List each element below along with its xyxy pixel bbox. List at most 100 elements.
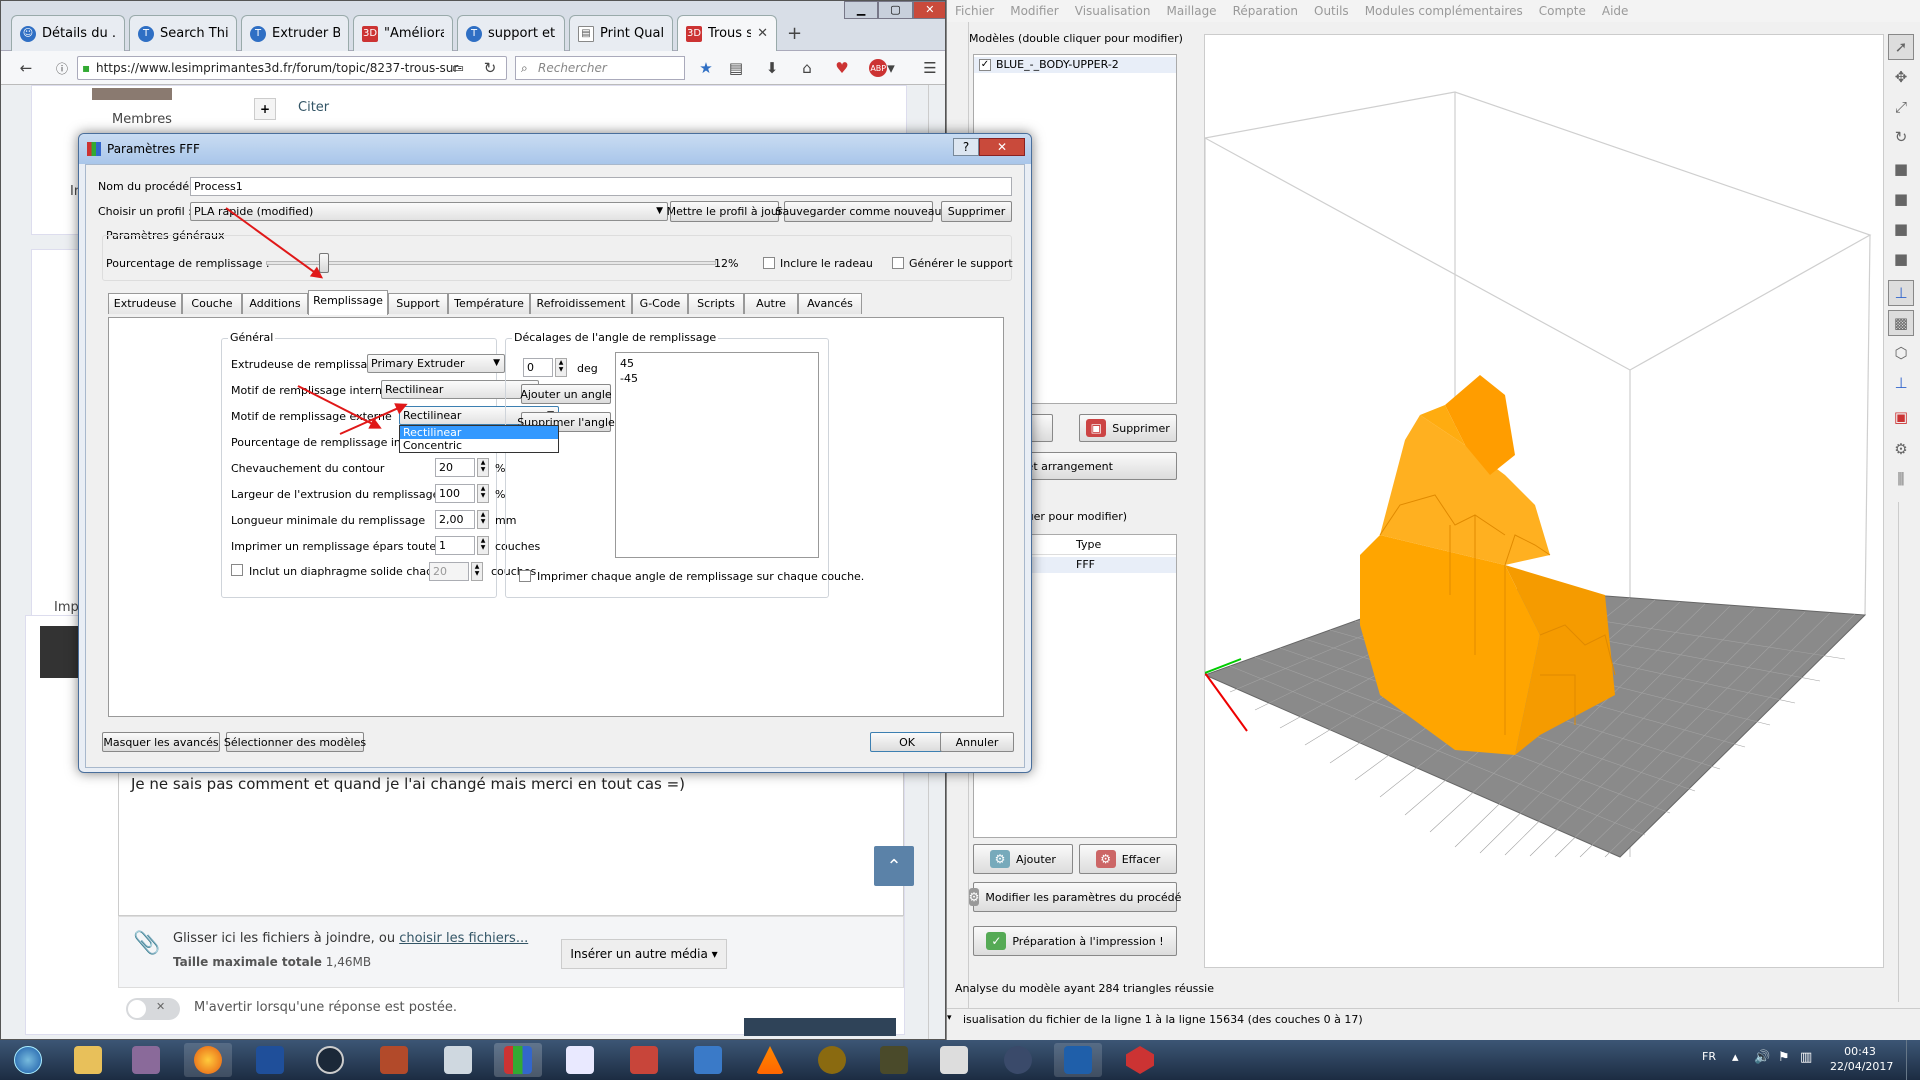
menu-tools[interactable]: Outils	[1306, 4, 1357, 18]
back-icon[interactable]: ←	[15, 57, 37, 79]
print-each-angle-checkbox[interactable]	[519, 570, 531, 582]
edit-process-button[interactable]: ⚙ Modifier les paramètres du procédé	[968, 882, 1181, 912]
attach-area[interactable]: 📎 Glisser ici les fichiers à joindre, ou…	[118, 916, 904, 988]
volume-icon[interactable]: 🔊	[1754, 1050, 1770, 1065]
raft-checkbox[interactable]	[763, 257, 775, 269]
close-tab-icon[interactable]: ✕	[757, 26, 768, 41]
spinner-arrows-icon[interactable]: ▲ ▼	[477, 536, 489, 555]
repair-cube-icon[interactable]: ▣	[1888, 404, 1914, 430]
update-profile-button[interactable]: Mettre le profil à jour	[667, 201, 782, 222]
choose-files-link[interactable]: choisir les fichiers...	[399, 931, 528, 946]
menu-plugins[interactable]: Modules complémentaires	[1357, 4, 1531, 18]
library-icon[interactable]: ▤	[725, 57, 747, 79]
delete-model-button[interactable]: ▣ Supprimer	[1079, 414, 1177, 442]
home-icon[interactable]: ⌂	[796, 57, 818, 79]
tab-layer[interactable]: Couche	[182, 293, 242, 314]
menu-repair[interactable]: Réparation	[1225, 4, 1306, 18]
add-process-button[interactable]: ⚙ Ajouter	[973, 844, 1073, 874]
tab-scripts[interactable]: Scripts	[688, 293, 744, 314]
network-icon[interactable]: ▥	[1800, 1050, 1812, 1065]
menu-view[interactable]: Visualisation	[1067, 4, 1159, 18]
select-models-button[interactable]: Sélectionner des modèles	[224, 732, 366, 752]
save-as-new-button[interactable]: Sauvegarder comme nouveau	[776, 201, 941, 222]
close-icon[interactable]: ✕	[912, 1, 945, 19]
angle-input[interactable]: 0	[523, 358, 553, 377]
angles-list[interactable]: 45 -45	[615, 352, 819, 558]
diaphragm-checkbox[interactable]	[231, 564, 243, 576]
info-icon[interactable]: ⓘ	[51, 57, 73, 79]
tab-support[interactable]: Support	[388, 293, 448, 314]
3d-viewport[interactable]	[1204, 34, 1884, 968]
hearthstone-icon[interactable]	[870, 1043, 918, 1077]
help-button[interactable]: ?	[953, 138, 979, 156]
media-player-icon[interactable]	[556, 1043, 604, 1077]
spinner-arrows-icon[interactable]: ▲ ▼	[477, 484, 489, 503]
search-input[interactable]: ⌕ Rechercher	[515, 56, 685, 80]
tab-infill[interactable]: Remplissage	[308, 290, 388, 315]
tab-gcode[interactable]: G-Code	[632, 293, 688, 314]
explorer-icon[interactable]	[64, 1043, 112, 1077]
browser-tab[interactable]: ☺Détails du ...	[11, 15, 125, 51]
rotate-icon[interactable]: ↻	[1888, 124, 1914, 150]
notify-toggle[interactable]: ✕	[126, 998, 180, 1020]
support-checkbox[interactable]	[892, 257, 904, 269]
network-app-icon[interactable]	[684, 1043, 732, 1077]
view-front-cube-icon[interactable]: ■	[1888, 186, 1914, 212]
blizzard-icon[interactable]	[246, 1043, 294, 1077]
menu-edit[interactable]: Modifier	[1002, 4, 1067, 18]
minimize-icon[interactable]: ▁	[844, 1, 879, 19]
hamburger-menu-icon[interactable]: ☰	[919, 57, 941, 79]
extrusion-width-input[interactable]: 100	[435, 484, 475, 503]
chevron-down-icon[interactable]: ▾	[947, 1013, 952, 1023]
checkbox-icon[interactable]: ✓	[979, 59, 991, 71]
spinner-arrows-icon[interactable]: ▲ ▼	[477, 458, 489, 477]
list-item[interactable]: -45	[616, 370, 818, 385]
warcraft-icon[interactable]	[808, 1043, 856, 1077]
gem-app-icon[interactable]	[1116, 1043, 1164, 1077]
profile-select[interactable]: PLA rapide (modified) ▼	[190, 202, 668, 221]
ok-button[interactable]: OK	[870, 732, 944, 752]
calculator-icon[interactable]	[434, 1043, 482, 1077]
start-button[interactable]	[4, 1043, 52, 1077]
move-icon[interactable]: ✥	[1888, 64, 1914, 90]
url-bar[interactable]: ▪ https://www.lesimprimantes3d.fr/forum/t…	[77, 56, 507, 80]
view-top-cube-icon[interactable]: ■	[1888, 156, 1914, 182]
plus-icon[interactable]: +	[254, 98, 276, 120]
clear-process-button[interactable]: ⚙ Effacer	[1079, 844, 1177, 874]
view-side-cube-icon[interactable]: ■	[1888, 216, 1914, 242]
browser-tab[interactable]: ▤Print Quali...	[569, 15, 673, 51]
clock[interactable]: 00:43 22/04/2017	[1830, 1044, 1893, 1074]
reload-icon[interactable]: ↻	[479, 57, 501, 79]
process-name-input[interactable]: Process1	[190, 177, 1012, 196]
steam-icon[interactable]	[306, 1043, 354, 1077]
outline-overlap-input[interactable]: 20	[435, 458, 475, 477]
spinner-arrows-icon[interactable]: ▲ ▼	[471, 562, 483, 581]
submit-button[interactable]	[744, 1018, 896, 1036]
tab-advanced[interactable]: Avancés	[798, 293, 862, 314]
flag-icon[interactable]: ⚑	[1778, 1050, 1790, 1065]
pocket-icon[interactable]: ♥	[831, 57, 853, 79]
quote-link[interactable]: Citer	[298, 100, 329, 115]
browser-tab[interactable]: TExtruder B...	[241, 15, 349, 51]
tab-extruder[interactable]: Extrudeuse	[108, 293, 182, 314]
tray-arrow-icon[interactable]: ▴	[1732, 1050, 1739, 1065]
discord-icon[interactable]	[994, 1043, 1042, 1077]
axes-toggle-icon[interactable]: ⊥	[1888, 280, 1914, 306]
hide-advanced-button[interactable]: Masquer les avancés	[102, 732, 220, 752]
list-item[interactable]: ✓ BLUE_-_BODY-UPPER-2	[974, 57, 1176, 73]
reader-icon[interactable]: ▭	[447, 57, 469, 79]
list-item[interactable]: 45	[616, 353, 818, 370]
tab-other[interactable]: Autre	[744, 293, 798, 314]
bookmark-star-icon[interactable]: ★	[695, 57, 717, 79]
dropdown-option-concentric[interactable]: Concentric	[400, 439, 558, 452]
spinner-arrows-icon[interactable]: ▲ ▼	[477, 510, 489, 529]
scale-icon[interactable]: ⤢	[1888, 94, 1914, 120]
anime-app-icon[interactable]	[370, 1043, 418, 1077]
prepare-print-button[interactable]: ✓ Préparation à l'impression !	[973, 926, 1177, 956]
browser-tab[interactable]: 3D"Améliorat...	[353, 15, 453, 51]
maximize-icon[interactable]: ▢	[878, 1, 913, 19]
tab-temperature[interactable]: Température	[448, 293, 530, 314]
menu-help[interactable]: Aide	[1594, 4, 1637, 18]
cancel-button[interactable]: Annuler	[940, 732, 1014, 752]
game-character-icon[interactable]	[620, 1043, 668, 1077]
